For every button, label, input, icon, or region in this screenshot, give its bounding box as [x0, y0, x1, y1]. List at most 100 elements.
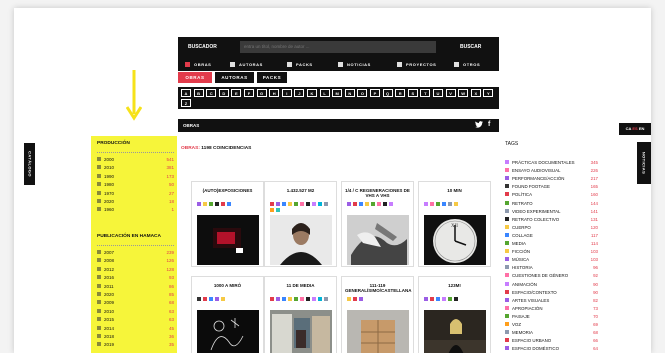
- tag-item[interactable]: ESPACIO DOMÉSTICO 64: [505, 346, 598, 352]
- letter-b[interactable]: B: [193, 89, 204, 97]
- filter-checkbox[interactable]: [185, 62, 190, 67]
- letter-k[interactable]: K: [307, 89, 317, 97]
- result-card[interactable]: 111-119 GENERALÍSIMO/CASTELLANA: [341, 276, 414, 353]
- production-item-2020[interactable]: 2020 18: [97, 199, 174, 205]
- filter-proyectos[interactable]: PROYECTOS: [397, 62, 436, 68]
- letter-n[interactable]: N: [344, 89, 355, 97]
- tag-label[interactable]: FOUND FOOTAGE: [512, 184, 550, 189]
- year-checkbox[interactable]: [97, 342, 101, 347]
- filter-noticias[interactable]: NOTICIAS: [338, 62, 371, 68]
- tag-item[interactable]: ANIMACIÓN 90: [505, 281, 598, 288]
- tag-label[interactable]: VOZ: [512, 322, 521, 327]
- filter-checkbox[interactable]: [397, 62, 402, 67]
- year-checkbox[interactable]: [97, 334, 101, 338]
- publication-item-2008[interactable]: 2008 126: [97, 258, 174, 264]
- lang-es[interactable]: ES: [632, 126, 637, 131]
- card-title[interactable]: 10 MIN: [422, 188, 487, 193]
- publication-item-2011[interactable]: 2011 86: [97, 283, 174, 290]
- lang-en[interactable]: EN: [639, 126, 645, 131]
- tag-item[interactable]: RETRATO COLECTIVO 131: [505, 216, 598, 223]
- tag-label[interactable]: PAISAJE: [512, 314, 530, 319]
- tag-item[interactable]: ESPACIO URBANO 66: [505, 338, 598, 344]
- result-card[interactable]: 11 DE MEDIA: [264, 276, 337, 353]
- tag-label[interactable]: FICCIÓN: [512, 249, 530, 254]
- year-checkbox[interactable]: [97, 190, 101, 195]
- tag-label[interactable]: POLÍTICA: [512, 192, 532, 197]
- letter-q[interactable]: Q: [382, 89, 393, 97]
- card-thumbnail[interactable]: XII: [424, 215, 486, 265]
- card-thumbnail[interactable]: [270, 310, 332, 353]
- noticias-side-tab[interactable]: NOTICIAS: [637, 142, 651, 184]
- filter-otros[interactable]: OTROS: [454, 62, 480, 68]
- publication-item-2007[interactable]: 2007 239: [97, 250, 174, 256]
- result-card[interactable]: (AUTO)EXPOSICIONES: [191, 181, 264, 267]
- tag-item[interactable]: PAISAJE 70: [505, 313, 598, 320]
- tag-item[interactable]: APROPIACIÓN 73: [505, 305, 598, 312]
- search-input[interactable]: [240, 41, 436, 53]
- publication-item-2014[interactable]: 2014 45: [97, 325, 174, 332]
- tag-label[interactable]: ENSAYO AUDIOVISUAL: [512, 168, 560, 173]
- tag-label[interactable]: COLLAGE: [512, 233, 533, 238]
- tag-label[interactable]: MEDIA: [512, 241, 526, 246]
- year-checkbox[interactable]: [97, 157, 101, 161]
- tag-item[interactable]: MÚSICA 103: [505, 257, 598, 263]
- result-card[interactable]: 1/4 / C REGENERACIONES DE VHS A VHS: [341, 181, 414, 267]
- tag-label[interactable]: ESPACIO DOMÉSTICO: [512, 346, 559, 351]
- tag-item[interactable]: POLÍTICA 160: [505, 192, 598, 198]
- card-thumbnail[interactable]: [347, 310, 409, 353]
- year-checkbox[interactable]: [97, 207, 101, 212]
- tag-item[interactable]: CUERPO 120: [505, 224, 598, 231]
- tag-item[interactable]: MEMORIA 68: [505, 330, 598, 336]
- tag-item[interactable]: PERFORMANCE/ACCIÓN 217: [505, 176, 598, 182]
- production-item-1990[interactable]: 1990 173: [97, 173, 174, 180]
- language-switcher[interactable]: CA ES EN: [619, 123, 651, 135]
- card-title[interactable]: 1.432.527 M2: [268, 188, 333, 193]
- lang-ca[interactable]: CA: [626, 126, 632, 131]
- letter-r[interactable]: R: [395, 89, 406, 97]
- tag-item[interactable]: ENSAYO AUDIOVISUAL 226: [505, 168, 598, 174]
- tab-obras[interactable]: OBRAS: [178, 72, 212, 83]
- year-checkbox[interactable]: [97, 173, 101, 178]
- card-title[interactable]: 1000 A MIRÓ: [195, 283, 260, 288]
- letter-j[interactable]: J: [294, 89, 305, 97]
- letter-f[interactable]: F: [244, 89, 254, 97]
- tag-item[interactable]: CUESTIONES DE GÉNERO 92: [505, 273, 598, 279]
- card-thumbnail[interactable]: [197, 215, 259, 265]
- card-thumbnail[interactable]: [424, 310, 486, 353]
- year-checkbox[interactable]: [97, 258, 101, 263]
- result-card[interactable]: 1.432.527 M2: [264, 181, 337, 267]
- tag-label[interactable]: HISTORIA: [512, 265, 533, 270]
- facebook-icon[interactable]: f: [488, 121, 490, 128]
- production-item-1980[interactable]: 1980 50: [97, 182, 174, 188]
- letter-y[interactable]: Y: [483, 89, 494, 97]
- tag-item[interactable]: FICCIÓN 103: [505, 249, 598, 255]
- twitter-icon[interactable]: [475, 121, 483, 130]
- letter-u[interactable]: U: [433, 89, 443, 97]
- filter-checkbox[interactable]: [230, 62, 235, 67]
- filter-checkbox[interactable]: [338, 62, 343, 67]
- filter-obras[interactable]: OBRAS: [185, 62, 211, 68]
- year-checkbox[interactable]: [97, 300, 101, 305]
- result-card[interactable]: 10 MIN XII: [418, 181, 491, 267]
- filter-packs[interactable]: PACKS: [287, 62, 313, 68]
- production-item-2010[interactable]: 2010 381: [97, 165, 174, 171]
- tag-label[interactable]: CUESTIONES DE GÉNERO: [512, 273, 568, 278]
- filter-autoras[interactable]: AUTORAS: [230, 62, 263, 68]
- year-checkbox[interactable]: [97, 283, 101, 288]
- letter-e[interactable]: E: [231, 89, 242, 97]
- letter-d[interactable]: D: [218, 89, 229, 97]
- year-checkbox[interactable]: [97, 182, 101, 187]
- tag-item[interactable]: PRÁCTICAS DOCUMENTALES 345: [505, 160, 598, 166]
- year-checkbox[interactable]: [97, 199, 101, 203]
- tag-item[interactable]: VIDEO EXPERIMENTAL 141: [505, 208, 598, 215]
- production-item-2000[interactable]: 2000 541: [97, 157, 174, 163]
- result-card[interactable]: 123M!: [418, 276, 491, 353]
- filter-checkbox[interactable]: [287, 62, 292, 67]
- year-checkbox[interactable]: [97, 266, 101, 271]
- year-checkbox[interactable]: [97, 308, 101, 313]
- tag-item[interactable]: ARTES VISUALES 82: [505, 297, 598, 304]
- card-title[interactable]: 1/4 / C REGENERACIONES DE VHS A VHS: [345, 188, 410, 198]
- tag-item[interactable]: FOUND FOOTAGE 165: [505, 184, 598, 190]
- tag-item[interactable]: ESPACIO/CONTEXTO 90: [505, 289, 598, 296]
- tag-label[interactable]: ESPACIO/CONTEXTO: [512, 290, 557, 295]
